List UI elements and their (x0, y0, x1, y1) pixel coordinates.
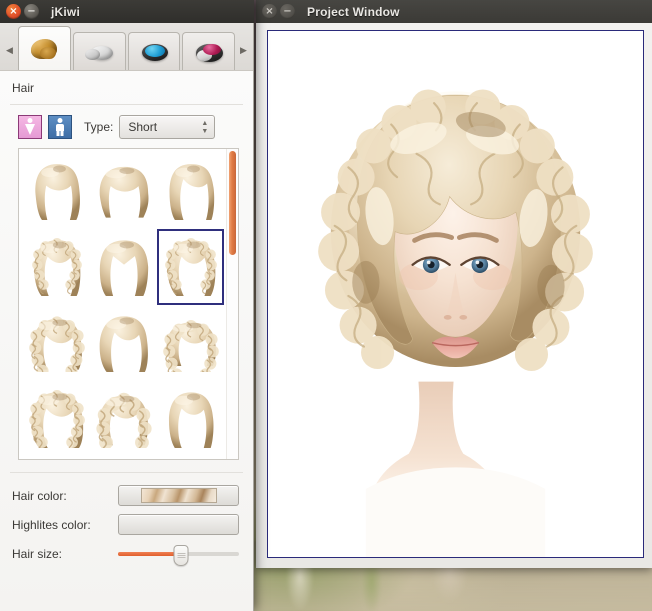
close-glyph: × (9, 7, 17, 17)
jkiwi-titlebar[interactable]: × − jKiwi (0, 0, 254, 23)
hair-style-thumbnail (162, 314, 220, 372)
hair-type-value: Short (128, 120, 199, 134)
project-window-body (256, 23, 652, 568)
highlites-color-row: Highlites color: (12, 510, 239, 539)
type-label: Type: (84, 120, 113, 134)
hair-style-thumbnail (162, 162, 220, 220)
project-window-titlebar[interactable]: × − Project Window (256, 0, 652, 23)
pane-title: Hair (0, 71, 253, 104)
hair-style-item[interactable] (23, 229, 90, 305)
hair-style-item[interactable] (90, 229, 157, 305)
hair-style-item[interactable] (23, 153, 90, 229)
chevron-left-glyph: ◀ (6, 45, 13, 56)
hair-style-thumbnail (95, 238, 153, 296)
hair-style-thumbnail (28, 390, 86, 448)
project-window[interactable]: × − Project Window (256, 0, 652, 568)
close-icon[interactable]: × (6, 4, 21, 19)
hair-clump-icon (26, 36, 62, 62)
hair-style-item[interactable] (90, 381, 157, 457)
project-window-title: Project Window (307, 5, 400, 19)
hair-style-grid-container (18, 148, 239, 460)
magenta-compact-icon (191, 39, 227, 65)
hair-size-row: Hair size: (12, 539, 239, 568)
hair-size-slider[interactable] (118, 543, 239, 564)
hair-style-thumbnail (95, 162, 153, 220)
hair-style-item[interactable] (157, 153, 224, 229)
tab-scroll-right-icon[interactable]: ▶ (236, 30, 251, 70)
female-figure-icon (26, 118, 35, 136)
white-compact-lid-icon (197, 50, 212, 61)
hair-style-thumbnail (95, 390, 153, 448)
jkiwi-window[interactable]: × − jKiwi ◀ (0, 0, 254, 611)
tab-eye-makeup[interactable] (128, 32, 181, 70)
slider-fill (118, 552, 181, 556)
gender-male-button[interactable] (48, 115, 72, 139)
avatar-portrait (268, 31, 643, 557)
hair-grid-scrollbar-thumb[interactable] (229, 151, 236, 255)
jkiwi-window-title: jKiwi (51, 5, 80, 19)
hair-style-thumbnail (95, 314, 153, 372)
type-row: Type: Short ▲ ▼ (0, 105, 253, 148)
highlites-color-label: Highlites color: (12, 518, 118, 532)
hair-style-thumbnail (28, 314, 86, 372)
figure-head (28, 118, 33, 123)
hair-style-item[interactable] (157, 305, 224, 381)
tab-hair[interactable] (18, 26, 71, 70)
project-canvas[interactable] (267, 30, 644, 558)
gray-lens-case-icon (81, 39, 117, 65)
minimize-glyph: − (283, 7, 291, 17)
jkiwi-body: ◀ ▶ Hair (0, 23, 254, 611)
hair-style-item[interactable] (157, 381, 224, 457)
gender-female-button[interactable] (18, 115, 42, 139)
highlites-color-button[interactable] (118, 514, 239, 535)
male-figure-icon (56, 118, 65, 136)
hair-style-grid (19, 149, 226, 459)
hair-color-label: Hair color: (12, 489, 118, 503)
chevron-right-glyph: ▶ (240, 45, 247, 56)
figure-dress (25, 124, 35, 135)
blue-compact-icon (136, 39, 172, 65)
hair-style-thumbnail (28, 162, 86, 220)
hair-grid-scrollbar[interactable] (226, 149, 238, 459)
hair-style-thumbnail (28, 238, 86, 296)
hair-color-swatch (141, 488, 217, 503)
hair-style-item[interactable] (90, 305, 157, 381)
figure-legs (57, 130, 64, 136)
hair-color-button[interactable] (118, 485, 239, 506)
hair-color-row: Hair color: (12, 481, 239, 510)
minimize-glyph: − (27, 7, 35, 17)
highlites-color-swatch (141, 517, 217, 532)
hair-style-thumbnail (162, 390, 220, 448)
hair-style-item[interactable] (157, 229, 224, 305)
hair-style-item[interactable] (23, 305, 90, 381)
figure-head (58, 118, 63, 123)
hair-style-thumbnail (162, 238, 220, 296)
spinner-arrows-icon[interactable]: ▲ ▼ (199, 121, 210, 134)
hair-size-label: Hair size: (12, 547, 118, 561)
tab-strip: ◀ ▶ (0, 23, 253, 70)
close-icon[interactable]: × (262, 4, 277, 19)
hair-controls: Hair color: Highlites color: Hair size: (0, 473, 253, 578)
hair-pane: Hair Type: Sh (0, 70, 253, 611)
tab-scroll-left-icon[interactable]: ◀ (2, 30, 17, 70)
chevron-down-icon[interactable]: ▼ (201, 129, 208, 134)
minimize-icon[interactable]: − (280, 4, 295, 19)
hair-style-item[interactable] (90, 153, 157, 229)
hair-style-item[interactable] (23, 381, 90, 457)
close-glyph: × (265, 7, 273, 17)
avatar-illustration (268, 31, 643, 557)
chevron-up-icon[interactable]: ▲ (201, 121, 208, 126)
tab-lip-makeup[interactable] (182, 32, 235, 70)
slider-knob[interactable] (173, 545, 188, 566)
tab-lenses[interactable] (73, 32, 126, 70)
minimize-icon[interactable]: − (24, 4, 39, 19)
hair-type-spinner[interactable]: Short ▲ ▼ (119, 115, 215, 139)
